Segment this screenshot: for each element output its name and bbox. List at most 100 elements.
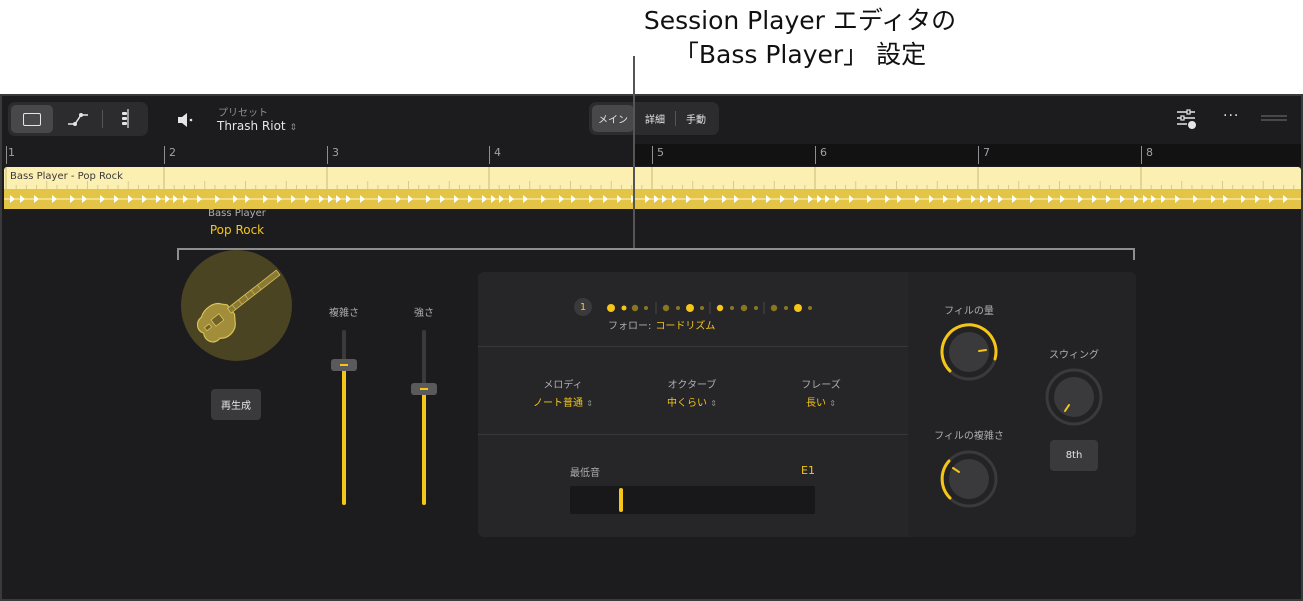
callout-line-1: Session Player エディタの xyxy=(643,6,957,35)
rhythm-dot[interactable] xyxy=(784,306,788,310)
bar-ruler[interactable]: 1 2 3 4 5 6 7 8 xyxy=(2,144,1301,166)
note-event xyxy=(686,195,691,203)
note-event xyxy=(1161,195,1166,203)
region-view-button[interactable] xyxy=(11,105,53,133)
ruler-shade xyxy=(634,144,1301,166)
melody-param[interactable]: メロディ ノート普通 ⇕ xyxy=(513,376,613,409)
note-event xyxy=(943,195,948,203)
fill-amount-knob[interactable] xyxy=(939,322,999,382)
note-event xyxy=(1255,195,1260,203)
note-event xyxy=(980,195,985,203)
follow-setting[interactable]: フォロー: コードリズム xyxy=(608,317,715,332)
player-style[interactable]: Pop Rock xyxy=(207,223,267,237)
note-event xyxy=(1048,195,1053,203)
rhythm-dot[interactable] xyxy=(754,306,758,310)
regenerate-button[interactable]: 再生成 xyxy=(211,389,261,420)
rhythm-dot[interactable] xyxy=(740,304,748,312)
ruler-bar-label: 7 xyxy=(983,146,990,159)
rhythm-dot[interactable] xyxy=(808,306,812,310)
intensity-slider[interactable] xyxy=(411,330,437,505)
note-event xyxy=(603,195,608,203)
note-event xyxy=(1106,195,1111,203)
note-event xyxy=(509,195,514,203)
note-icon xyxy=(122,109,129,128)
note-event xyxy=(1120,195,1125,203)
rhythm-dot[interactable] xyxy=(730,306,734,310)
resize-handle-icon[interactable] xyxy=(1261,114,1287,122)
ruler-bar-label: 2 xyxy=(169,146,176,159)
phrase-param[interactable]: フレーズ 長い ⇕ xyxy=(771,376,871,409)
up-down-chevron-icon: ⇕ xyxy=(829,399,836,408)
note-event xyxy=(971,195,976,203)
note-event xyxy=(491,195,496,203)
note-event xyxy=(808,195,813,203)
rhythm-dot[interactable] xyxy=(631,304,639,312)
note-event xyxy=(885,195,890,203)
follow-label: フォロー: xyxy=(608,321,652,332)
swing-knob[interactable] xyxy=(1044,367,1104,427)
ruler-bar-label: 4 xyxy=(494,146,501,159)
fill-complexity-knob[interactable] xyxy=(939,449,999,509)
rhythm-dot[interactable] xyxy=(607,304,615,312)
tab-main[interactable]: メイン xyxy=(592,105,634,132)
note-event xyxy=(849,195,854,203)
callout-bracket xyxy=(177,248,1135,260)
note-event xyxy=(662,195,667,203)
note-event xyxy=(766,195,771,203)
ruler-bar-label: 8 xyxy=(1146,146,1153,159)
rhythm-dot[interactable] xyxy=(770,304,778,312)
ruler-tick xyxy=(815,146,816,164)
note-event xyxy=(499,195,504,203)
rhythm-dot[interactable] xyxy=(794,304,802,312)
note-view-button[interactable] xyxy=(106,105,144,133)
intensity-label: 強さ xyxy=(414,308,434,319)
melody-label: メロディ xyxy=(543,380,583,391)
tab-manual[interactable]: 手動 xyxy=(677,105,715,132)
preset-selector[interactable]: Thrash Riot ⇕ xyxy=(217,119,297,133)
note-event xyxy=(867,195,872,203)
note-event xyxy=(559,195,564,203)
rhythm-dot[interactable] xyxy=(716,304,724,312)
note-event xyxy=(988,195,993,203)
rhythm-dot[interactable] xyxy=(686,304,694,312)
rhythm-dots[interactable] xyxy=(604,298,824,318)
beat-number-badge: 1 xyxy=(574,298,592,316)
complexity-slider[interactable] xyxy=(331,330,357,505)
note-event xyxy=(957,195,962,203)
mixer-settings-icon[interactable] xyxy=(1175,108,1199,130)
player-label: Bass Player xyxy=(208,208,266,219)
callout-leader-line xyxy=(633,56,635,248)
lowest-note-marker[interactable] xyxy=(619,488,623,512)
tab-details[interactable]: 詳細 xyxy=(636,105,674,132)
ruler-tick xyxy=(6,146,7,164)
note-event xyxy=(1269,195,1274,203)
ruler-tick xyxy=(978,146,979,164)
automation-view-button[interactable] xyxy=(57,105,99,133)
note-event xyxy=(722,195,727,203)
lowest-note-range[interactable] xyxy=(570,486,815,514)
more-options-icon[interactable]: ··· xyxy=(1223,108,1239,124)
complexity-thumb[interactable] xyxy=(331,359,357,371)
note-event xyxy=(1092,195,1097,203)
note-event xyxy=(1151,195,1156,203)
bass-guitar-artwork[interactable] xyxy=(181,250,292,361)
swing-resolution-button[interactable]: 8th xyxy=(1050,440,1098,471)
rhythm-dot[interactable] xyxy=(662,304,670,312)
up-down-chevron-icon: ⇕ xyxy=(289,123,297,133)
note-event xyxy=(817,195,822,203)
speaker-icon[interactable] xyxy=(174,109,196,131)
note-event xyxy=(1143,195,1148,203)
callout-line-2: 「Bass Player」 設定 xyxy=(673,40,927,69)
note-event xyxy=(1283,195,1288,203)
lowest-note-label: 最低音 xyxy=(570,468,600,479)
note-event xyxy=(541,195,546,203)
rhythm-dot[interactable] xyxy=(676,306,680,310)
note-event xyxy=(589,195,594,203)
note-event xyxy=(571,195,576,203)
rhythm-dot[interactable] xyxy=(621,305,627,311)
rhythm-dot[interactable] xyxy=(700,306,704,310)
rhythm-dot[interactable] xyxy=(644,306,648,310)
phrase-value: 長い xyxy=(806,398,827,409)
octave-param[interactable]: オクターブ 中くらい ⇕ xyxy=(642,376,742,409)
intensity-thumb[interactable] xyxy=(411,383,437,395)
